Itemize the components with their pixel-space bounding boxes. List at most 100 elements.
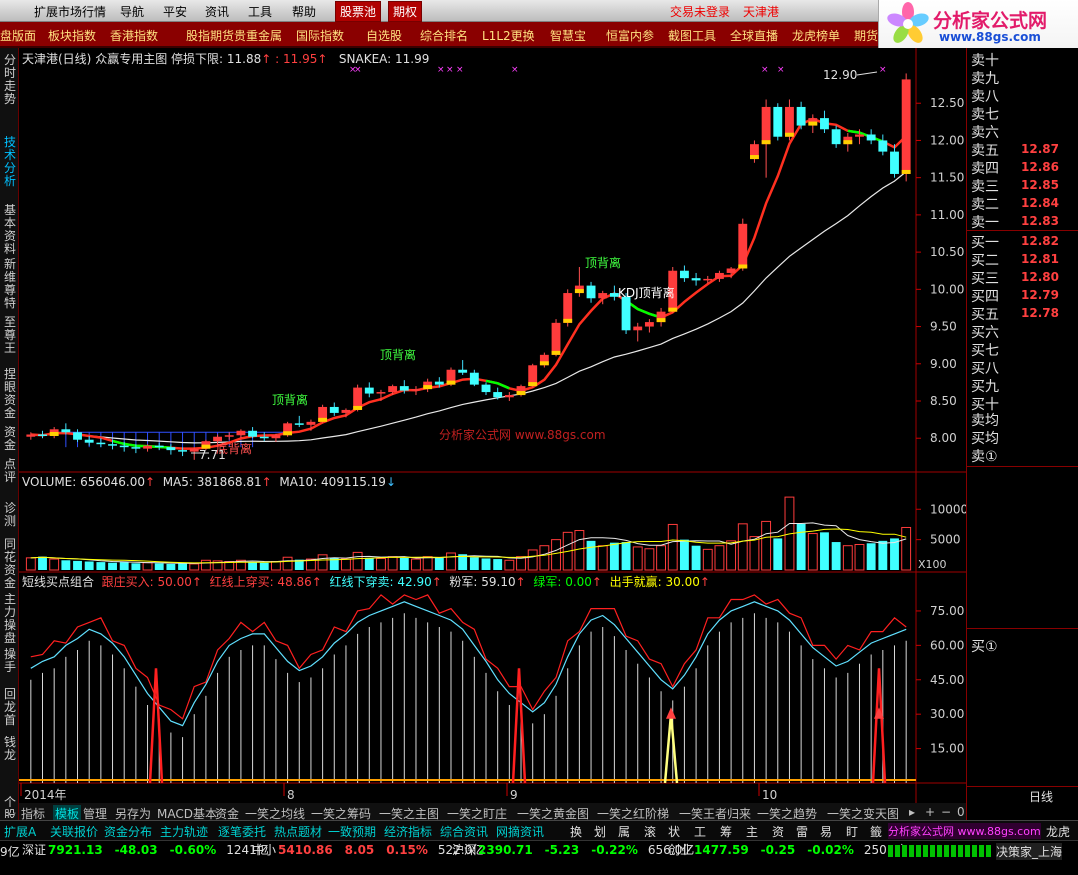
menu-item-tools[interactable]: 工具 xyxy=(248,3,272,20)
volume-bar[interactable] xyxy=(131,563,141,570)
candle-body[interactable] xyxy=(178,450,187,452)
volume-bar[interactable] xyxy=(493,559,503,570)
candle-body[interactable] xyxy=(820,118,829,130)
leftnav-item-0[interactable]: 分时走势 xyxy=(2,54,18,132)
candle-body[interactable] xyxy=(493,392,503,398)
orderbook-sell-price[interactable]: 12.85 xyxy=(1021,178,1059,192)
candle-body[interactable] xyxy=(108,444,117,446)
login-status[interactable]: 交易未登录 xyxy=(670,3,730,20)
volume-bar[interactable] xyxy=(364,557,374,570)
period-label[interactable]: 日线 xyxy=(1029,788,1053,805)
function-button-11[interactable]: 划 xyxy=(594,823,606,840)
candle-body[interactable] xyxy=(785,106,794,137)
orderbook-buy-price[interactable]: 12.82 xyxy=(1021,234,1059,248)
volume-bar[interactable] xyxy=(481,558,491,570)
candle-body[interactable] xyxy=(236,430,246,436)
menu-item-extended-market[interactable]: 扩展市场行情 xyxy=(34,3,106,20)
candle-body[interactable] xyxy=(679,270,689,279)
volume-bar[interactable] xyxy=(73,560,82,570)
orderbook-sell-price[interactable]: 12.84 xyxy=(1021,196,1059,210)
candle-body[interactable] xyxy=(644,322,654,327)
function-button-10[interactable]: 换 xyxy=(570,823,582,840)
candle-body[interactable] xyxy=(563,293,573,323)
toolbar-item-9[interactable]: 智慧宝 xyxy=(550,27,586,44)
candle-body[interactable] xyxy=(831,129,841,145)
volume-bar[interactable] xyxy=(119,562,129,570)
candle-body[interactable] xyxy=(469,372,479,385)
candle-body[interactable] xyxy=(458,369,468,373)
leftnav-item-8[interactable]: 诊测 xyxy=(2,502,18,534)
candle-body[interactable] xyxy=(761,106,771,145)
toolbar-item-6[interactable]: 自选股 xyxy=(366,27,402,44)
orderbook-sell-price[interactable]: 12.86 xyxy=(1021,160,1059,174)
toolbar-item-1[interactable]: 板块指数 xyxy=(48,27,96,44)
candle-body[interactable] xyxy=(61,429,71,433)
candle-body[interactable] xyxy=(773,106,783,137)
volume-bar[interactable] xyxy=(878,540,888,570)
candle-body[interactable] xyxy=(259,436,269,439)
candle-body[interactable] xyxy=(866,134,876,141)
function-button-17[interactable]: 主 xyxy=(746,823,758,840)
candle-body[interactable] xyxy=(96,442,106,445)
function-button-1[interactable]: 关联报价 xyxy=(50,823,98,840)
orderbook-sell-price[interactable]: 12.83 xyxy=(1021,214,1059,228)
candle-body[interactable] xyxy=(399,386,409,391)
candle-body[interactable] xyxy=(166,447,176,451)
index-item[interactable]: 沪深 2390.71 -5.23 -0.22% 656.0亿 xyxy=(452,841,694,858)
volume-bar[interactable] xyxy=(820,532,829,570)
function-button-18[interactable]: 资 xyxy=(772,823,784,840)
leftnav-item-9[interactable]: 同花资金 xyxy=(2,538,18,588)
tab-scroll-control[interactable]: − xyxy=(941,805,951,819)
volume-bar[interactable] xyxy=(166,563,176,570)
candle-body[interactable] xyxy=(890,151,899,174)
tab-scroll-control[interactable]: ▸ xyxy=(909,805,915,819)
candle-body[interactable] xyxy=(411,389,421,391)
candle-body[interactable] xyxy=(388,386,398,393)
toolbar-item-10[interactable]: 恒富内参 xyxy=(606,27,654,44)
toolbar-item-7[interactable]: 综合排名 xyxy=(420,27,468,44)
options-button[interactable]: 期权 xyxy=(388,1,423,22)
candle-body[interactable] xyxy=(131,447,141,449)
orderbook-sell-queue[interactable]: 卖① xyxy=(971,446,998,466)
leftnav-item-14[interactable]: 个股 xyxy=(2,796,18,818)
function-button-20[interactable]: 易 xyxy=(820,823,832,840)
volume-bar[interactable] xyxy=(609,542,619,570)
candle-body[interactable] xyxy=(119,445,129,448)
toolbar-item-13[interactable]: 龙虎榜单 xyxy=(792,27,840,44)
candle-body[interactable] xyxy=(481,384,491,393)
leftnav-item-2[interactable]: 基本资料 xyxy=(2,204,18,254)
toolbar-item-8[interactable]: L1L2更换 xyxy=(482,27,535,44)
candle-body[interactable] xyxy=(154,445,164,448)
candle-body[interactable] xyxy=(633,326,643,331)
candle-body[interactable] xyxy=(598,293,608,299)
candle-body[interactable] xyxy=(306,421,316,425)
leftnav-item-4[interactable]: 至尊王 xyxy=(2,316,18,364)
toolbar-item-14[interactable]: 期货 xyxy=(854,27,878,44)
orderbook-buy-price[interactable]: 12.78 xyxy=(1021,306,1059,320)
candle-body[interactable] xyxy=(271,435,281,439)
volume-bar[interactable] xyxy=(248,562,258,570)
function-button-8[interactable]: 综合资讯 xyxy=(440,823,488,840)
function-button-3[interactable]: 主力轨迹 xyxy=(160,823,208,840)
candle-body[interactable] xyxy=(434,381,444,385)
candle-body[interactable] xyxy=(878,140,888,152)
chart-area[interactable]: 12.50 12.00 11.50 11.00 10.50 10.00 9.50 9.00 8.… xyxy=(19,48,966,803)
function-button-16[interactable]: 筹 xyxy=(720,823,732,840)
volume-bar[interactable] xyxy=(469,557,479,570)
function-button-21[interactable]: 盯 xyxy=(846,823,858,840)
candle-body[interactable] xyxy=(248,430,258,437)
leftnav-item-10[interactable]: 主力操盘 xyxy=(2,593,18,643)
volume-bar[interactable] xyxy=(84,561,94,570)
candle-body[interactable] xyxy=(726,268,736,273)
function-button-9[interactable]: 网摘资讯 xyxy=(496,823,544,840)
volume-bar[interactable] xyxy=(773,538,783,570)
volume-bar[interactable] xyxy=(691,545,701,570)
volume-bar[interactable] xyxy=(586,540,596,570)
menu-item-help[interactable]: 帮助 xyxy=(292,3,316,20)
toolbar-item-0[interactable]: 盘版面 xyxy=(0,27,36,44)
volume-bar[interactable] xyxy=(399,557,409,570)
volume-bar[interactable] xyxy=(831,542,841,570)
toolbar-item-5[interactable]: 国际指数 xyxy=(296,27,344,44)
candle-body[interactable] xyxy=(621,296,631,331)
candle-body[interactable] xyxy=(691,278,701,281)
